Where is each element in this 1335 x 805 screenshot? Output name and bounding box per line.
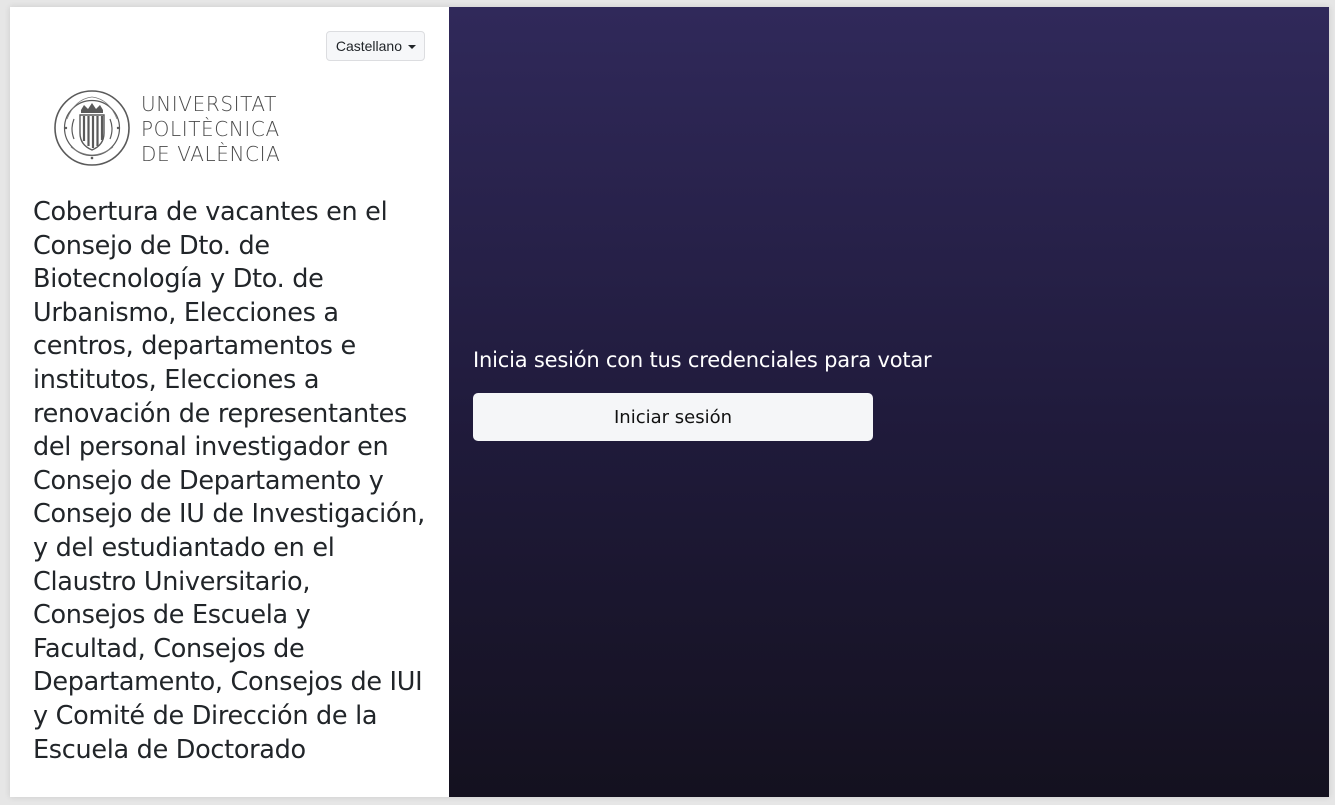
university-name-line-1: UNIVERSITAT (141, 91, 277, 116)
page-frame: Castellano UNIVERSITAT POLITÈCNICA DE VA… (10, 7, 1329, 797)
university-name-line-3: DE VALÈNCIA (141, 141, 281, 166)
login-panel: Inicia sesión con tus credenciales para … (449, 7, 1329, 797)
university-seal-icon (54, 90, 130, 166)
login-button[interactable]: Iniciar sesión (473, 393, 873, 441)
login-prompt: Inicia sesión con tus credenciales para … (473, 348, 932, 372)
university-logo: UNIVERSITAT POLITÈCNICA DE VALÈNCIA (53, 89, 280, 167)
election-info-panel: Castellano UNIVERSITAT POLITÈCNICA DE VA… (10, 7, 449, 797)
university-name: UNIVERSITAT POLITÈCNICA DE VALÈNCIA (141, 92, 280, 167)
language-dropdown[interactable]: Castellano (325, 31, 425, 61)
election-title: Cobertura de vacantes en el Consejo de D… (33, 197, 425, 765)
university-name-line-2: POLITÈCNICA (141, 116, 280, 141)
caret-down-icon (408, 44, 416, 49)
language-dropdown-label: Castellano (335, 38, 402, 54)
